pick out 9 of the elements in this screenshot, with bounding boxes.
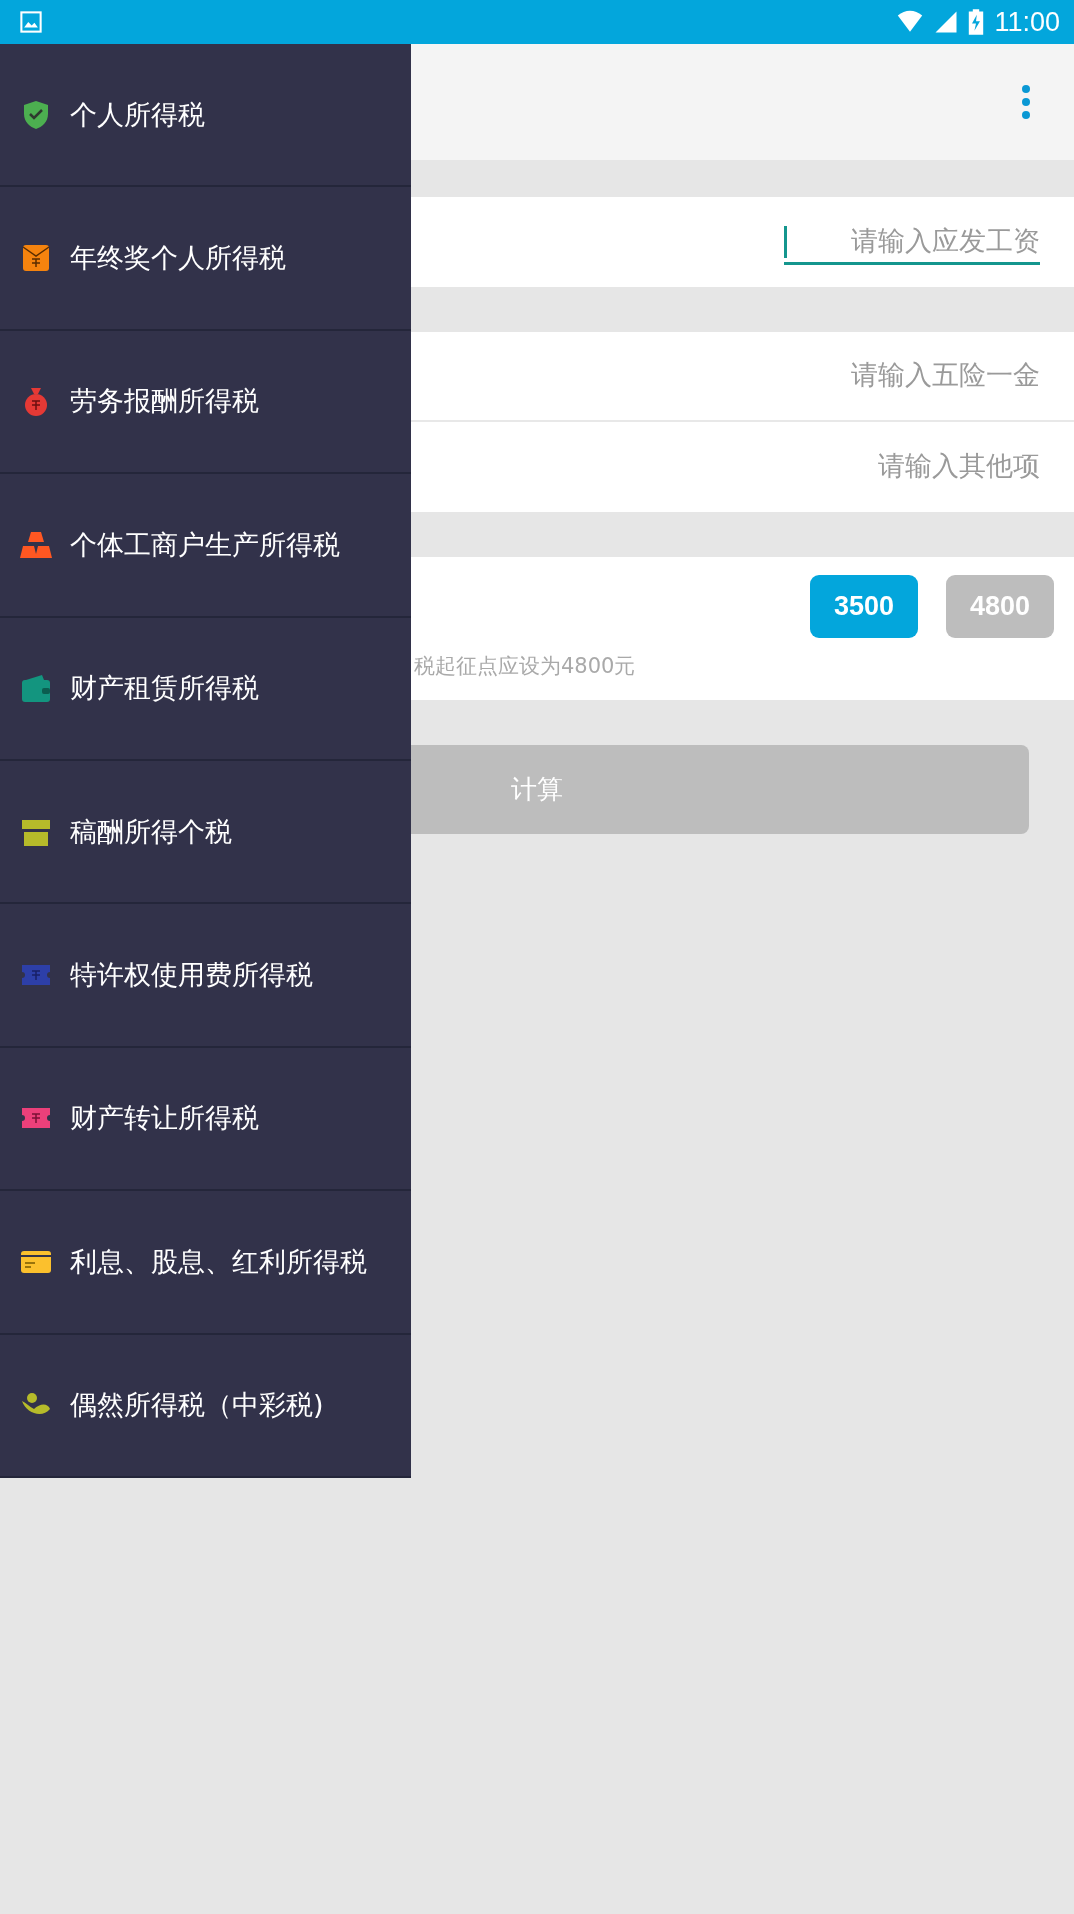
image-icon [20, 11, 42, 33]
input-field[interactable]: 请输入五险一金 [740, 353, 1040, 399]
clock-time: 11:00 [994, 6, 1060, 38]
hint-text: 税起征点应设为4800元 [414, 653, 636, 680]
input-field[interactable]: 请输入应发工资 [784, 219, 1040, 265]
input-field[interactable]: 请输入其他项 [740, 444, 1040, 490]
signal-icon [934, 10, 959, 34]
wallet-icon [20, 672, 52, 705]
battery-charging-icon [968, 9, 985, 35]
